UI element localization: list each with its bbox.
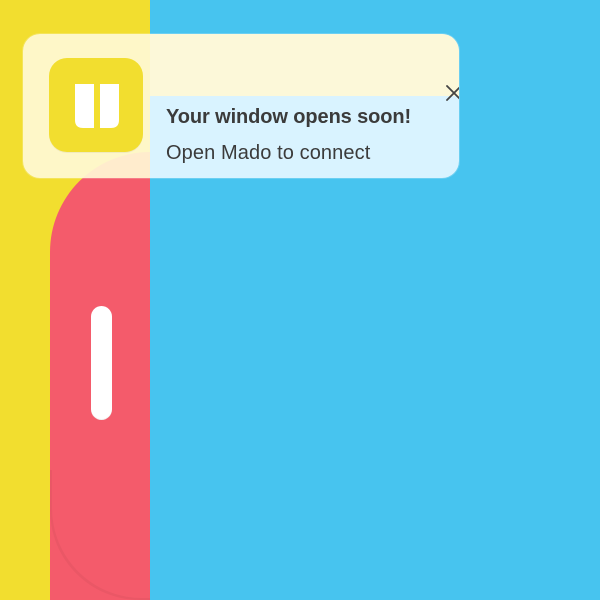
close-icon: [446, 85, 459, 101]
push-notification[interactable]: Your window opens soon! Open Mado to con…: [23, 34, 459, 178]
phone-handle-icon: [91, 306, 112, 420]
notification-title: Your window opens soon!: [166, 106, 412, 128]
notification-message: Open Mado to connect: [166, 142, 371, 164]
notification-top-strip: [150, 34, 459, 96]
mado-logo-icon: [49, 58, 143, 152]
close-button[interactable]: [442, 81, 459, 105]
